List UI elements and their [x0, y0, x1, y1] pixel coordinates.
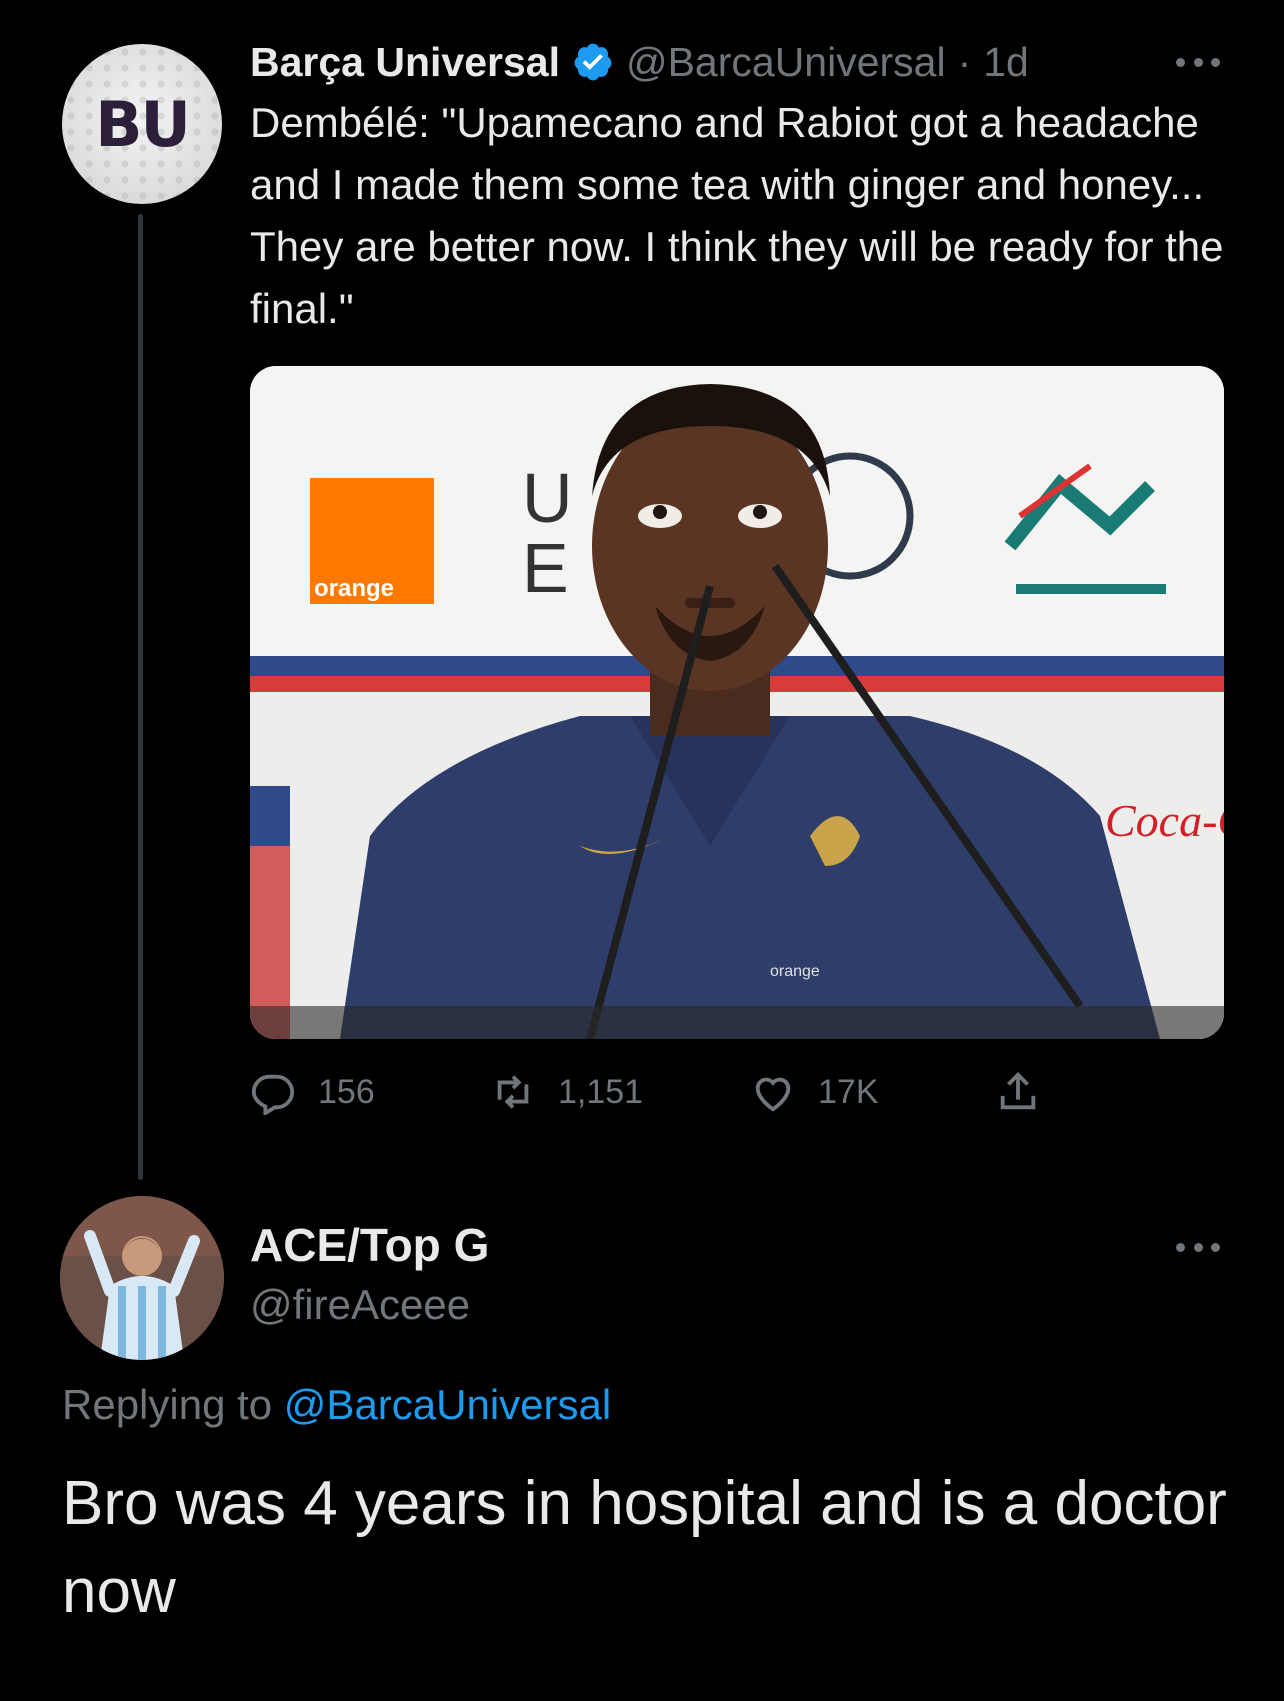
reply-button[interactable]: 156 — [250, 1062, 375, 1122]
retweet-button[interactable]: 1,151 — [490, 1062, 643, 1122]
like-icon — [755, 1077, 791, 1112]
barca-universal-avatar[interactable]: BU — [62, 44, 222, 204]
retweet-icon — [497, 1075, 529, 1109]
avatar-player-photo — [60, 1196, 224, 1360]
time-separator: · — [957, 38, 972, 85]
board-letter-e: E — [522, 529, 569, 607]
verified-badge-icon — [574, 43, 612, 81]
tweet-action-bar: 156 1,151 17K — [250, 1062, 1100, 1122]
press-conference-image: orange U E Coca-C — [250, 366, 1224, 1039]
tweet-timestamp[interactable]: 1d — [983, 39, 1029, 86]
more-icon[interactable] — [1176, 55, 1220, 69]
original-tweet-header: Barça Universal @BarcaUniversal · 1d — [250, 32, 1130, 92]
avatar-monogram: BU — [95, 87, 191, 161]
ace-top-g-avatar[interactable] — [60, 1196, 224, 1360]
like-count: 17K — [818, 1072, 879, 1111]
reply-author-display-name[interactable]: ACE/Top G — [250, 1218, 489, 1272]
reply-tweet-text: Bro was 4 years in hospital and is a doc… — [62, 1469, 1227, 1626]
reply-author-handle[interactable]: @fireAceee — [250, 1281, 470, 1329]
author-handle[interactable]: @BarcaUniversal — [626, 39, 946, 86]
like-button[interactable]: 17K — [750, 1062, 879, 1122]
tweet-media-photo[interactable]: orange U E Coca-C — [250, 366, 1224, 1039]
retweet-count: 1,151 — [558, 1072, 644, 1111]
replying-to-label: Replying to — [62, 1381, 284, 1428]
shirt-sponsor-text: orange — [770, 963, 820, 980]
orange-logo-text: orange — [314, 575, 394, 602]
replying-to-line: Replying to @BarcaUniversal — [62, 1381, 611, 1429]
thread-connector-line — [138, 214, 143, 1180]
original-tweet-text: Dembélé: "Upamecano and Rabiot got a hea… — [250, 99, 1224, 332]
share-icon — [1000, 1072, 1036, 1110]
coca-cola-logo: Coca-C — [1105, 795, 1224, 846]
reply-icon — [251, 1074, 295, 1115]
board-letter-u: U — [522, 459, 573, 537]
share-button[interactable] — [995, 1062, 1041, 1122]
author-display-name[interactable]: Barça Universal — [250, 39, 560, 86]
replying-to-mention-link[interactable]: @BarcaUniversal — [284, 1381, 611, 1428]
reply-more-icon[interactable] — [1176, 1240, 1220, 1254]
tweet-thread: BU Barça Universal @BarcaUniversal · 1d … — [0, 0, 1284, 1701]
reply-count: 156 — [318, 1072, 375, 1111]
